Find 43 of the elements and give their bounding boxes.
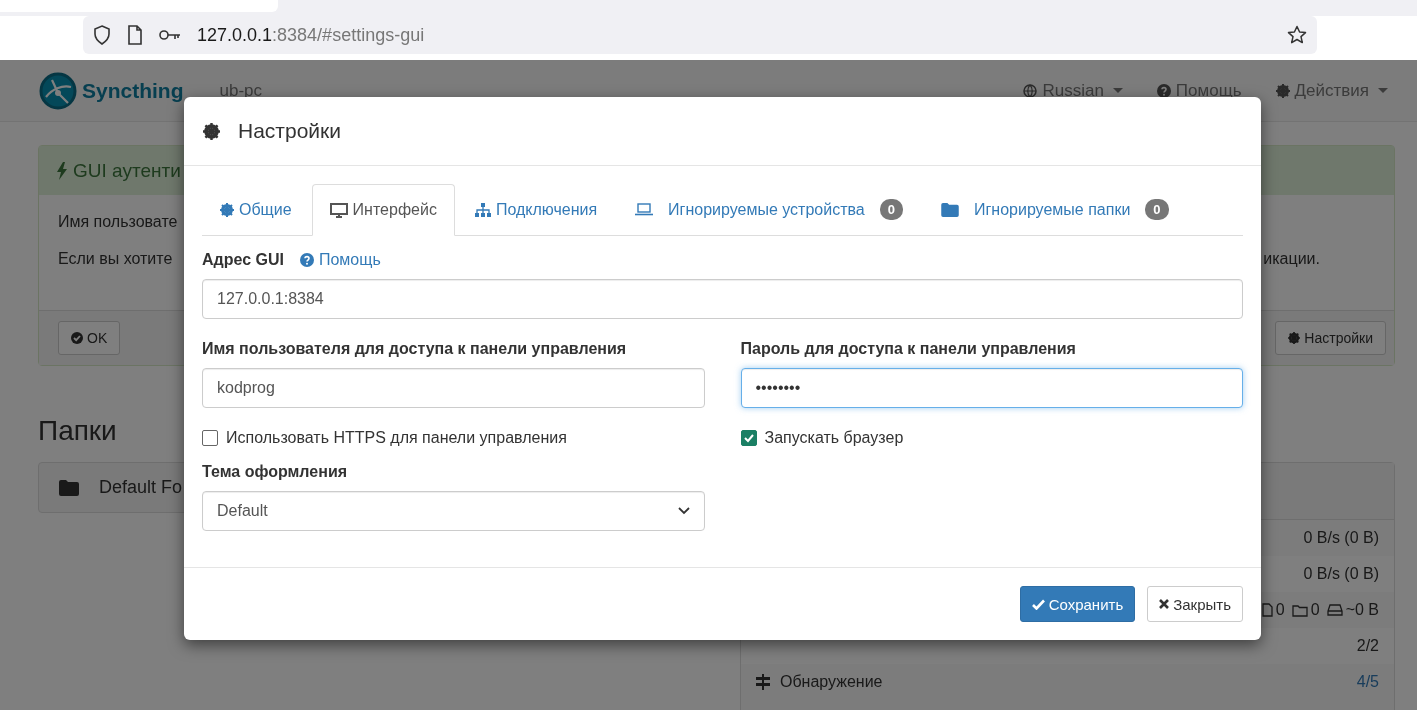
device-name: ub-pc [219,80,263,101]
username-field[interactable]: kodprog [202,368,705,408]
settings-tab[interactable]: Общие [202,184,310,235]
field-label: Пароль для доступа к панели управления [740,340,1076,358]
address-bar[interactable]: 127.0.0.1:8384/#settings-gui [83,16,1317,54]
brand-name[interactable]: Syncthing [82,78,184,103]
settings-tab[interactable]: Интерфейс [311,184,455,236]
stat-value: 0 [1310,601,1320,619]
dialog-button[interactable]: Сохранить [1019,586,1136,622]
stat-value: ~0 B [1345,601,1379,619]
stat-value: 2/2 [1356,637,1379,655]
notice-title: GUI аутенти [73,159,181,182]
notice-text: Если вы хотите [58,250,173,269]
nav-menu[interactable]: Помощь [1156,80,1242,101]
stat-label: Обнаружение [780,673,883,691]
url-text[interactable]: 127.0.0.1:8384/#settings-gui [197,24,425,46]
settings-tab[interactable]: Игнорируемые папки 0 [922,184,1187,235]
count-badge: 0 [1145,199,1169,220]
help-link[interactable]: Помощь [299,251,381,269]
field-label: Имя пользователя для доступа к панели управления [202,340,627,358]
notice-button[interactable]: OK [58,321,121,355]
theme-select[interactable]: Default [202,491,705,531]
stat-value: 0 B/s (0 B) [1303,529,1379,547]
folder-name: Default Fo [99,477,183,498]
section-heading: Папки [38,414,117,448]
count-badge: 0 [879,199,903,220]
checkbox-label[interactable]: Использовать HTTPS для панели управления [226,429,567,447]
notice-button[interactable]: Настройки [1275,321,1386,355]
settings-tab[interactable]: Игнорируемые устройства 0 [617,184,921,235]
dialog-button[interactable]: Закрыть [1147,586,1243,622]
stat-value: 0 [1275,601,1285,619]
gui-address-field[interactable]: 127.0.0.1:8384 [202,279,1243,319]
password-field[interactable]: •••••••• [740,368,1243,408]
nav-menu[interactable]: Действия [1275,80,1388,101]
settings-tab[interactable]: Подключения [456,184,616,235]
stat-value: 4/5 [1356,673,1379,691]
field-label: Тема оформления [202,463,348,481]
notice-text: икации. [1263,250,1320,269]
field-label: Адрес GUI [202,251,284,269]
stat-value: 0 B/s (0 B) [1303,565,1379,583]
notice-text: Имя пользовате [58,213,178,232]
dialog-title: Настройки [238,119,341,143]
checkbox-label[interactable]: Запускать браузер [764,429,904,447]
